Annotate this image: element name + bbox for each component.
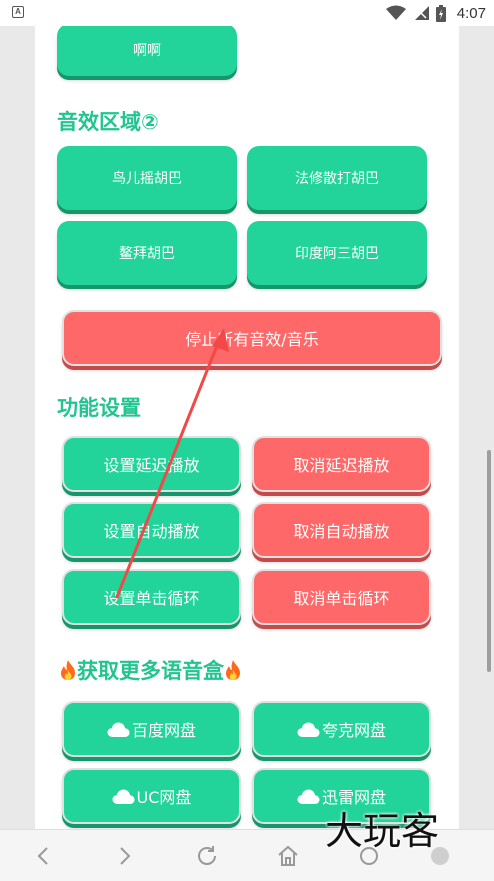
sound-button-label: 法修散打胡巴 xyxy=(295,171,379,187)
sound-button-label: 印度阿三胡巴 xyxy=(295,246,379,262)
sound-button-4[interactable]: 印度阿三胡巴 xyxy=(247,221,427,285)
sound-button-3[interactable]: 鳌拜胡巴 xyxy=(57,221,237,285)
section-title-settings: 功能设置 xyxy=(57,396,141,420)
set-loop-label: 设置单击循环 xyxy=(103,589,200,608)
quark-pan-button[interactable]: 夸克网盘 xyxy=(252,701,431,757)
sound-button-1[interactable]: 鸟儿摇胡巴 xyxy=(57,146,237,210)
fire-icon xyxy=(61,660,75,680)
status-bar: A 4:07 xyxy=(0,0,494,26)
back-icon[interactable] xyxy=(32,844,56,868)
cancel-auto-label: 取消自动播放 xyxy=(293,522,390,541)
signal-icon xyxy=(414,6,429,20)
uc-pan-label: UC网盘 xyxy=(136,788,192,807)
wifi-icon xyxy=(385,5,406,20)
home-icon[interactable] xyxy=(276,844,300,868)
watermark-text: 大玩客 xyxy=(325,809,440,853)
set-loop-button[interactable]: 设置单击循环 xyxy=(62,569,241,625)
page-content: 啊啊 音效区域② 鸟儿摇胡巴 法修散打胡巴 鳌拜胡巴 印度阿三胡巴 停止所有音效… xyxy=(35,26,459,829)
status-time: 4:07 xyxy=(456,4,486,22)
cloud-icon xyxy=(112,789,135,804)
cancel-loop-label: 取消单击循环 xyxy=(293,589,390,608)
cancel-delay-button[interactable]: 取消延迟播放 xyxy=(252,436,431,492)
section-title-more: 获取更多语音盒 xyxy=(59,655,242,685)
forward-icon[interactable] xyxy=(112,844,136,868)
stop-all-button-label: 停止所有音效/音乐 xyxy=(185,330,319,349)
uc-pan-button[interactable]: UC网盘 xyxy=(62,768,241,824)
fire-icon xyxy=(226,660,240,680)
cancel-loop-button[interactable]: 取消单击循环 xyxy=(252,569,431,625)
aa-button-label: 啊啊 xyxy=(133,43,161,59)
cloud-icon xyxy=(297,789,320,804)
more-title-text: 获取更多语音盒 xyxy=(77,659,224,683)
set-auto-label: 设置自动播放 xyxy=(103,522,200,541)
page-scrollbar[interactable] xyxy=(487,450,491,672)
sound-button-2[interactable]: 法修散打胡巴 xyxy=(247,146,427,210)
refresh-icon[interactable] xyxy=(195,844,219,868)
baidu-pan-label: 百度网盘 xyxy=(131,721,196,740)
sound-button-label: 鳌拜胡巴 xyxy=(119,246,175,262)
app-notification-icon: A xyxy=(12,6,24,18)
baidu-pan-button[interactable]: 百度网盘 xyxy=(62,701,241,757)
aa-button[interactable]: 啊啊 xyxy=(57,26,237,76)
section-title-sound-2: 音效区域② xyxy=(57,110,159,134)
set-delay-label: 设置延迟播放 xyxy=(103,456,200,475)
sound-button-label: 鸟儿摇胡巴 xyxy=(112,171,182,187)
battery-icon xyxy=(435,4,446,22)
cancel-auto-button[interactable]: 取消自动播放 xyxy=(252,502,431,558)
set-delay-button[interactable]: 设置延迟播放 xyxy=(62,436,241,492)
stop-all-button[interactable]: 停止所有音效/音乐 xyxy=(62,310,442,366)
quark-pan-label: 夸克网盘 xyxy=(321,721,386,740)
cloud-icon xyxy=(107,722,130,737)
cloud-icon xyxy=(297,722,320,737)
cancel-delay-label: 取消延迟播放 xyxy=(293,456,390,475)
status-icons: 4:07 xyxy=(385,3,486,23)
set-auto-button[interactable]: 设置自动播放 xyxy=(62,502,241,558)
